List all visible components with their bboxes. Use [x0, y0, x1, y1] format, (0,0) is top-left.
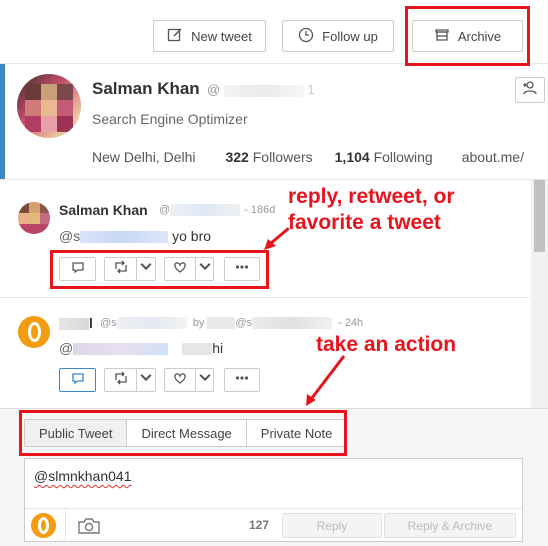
new-tweet-button[interactable]: New tweet [153, 20, 266, 52]
reply-button[interactable] [59, 368, 96, 392]
followers-count[interactable]: 322 [225, 149, 248, 165]
profile-name: Salman Khan [92, 79, 200, 98]
composer-action-annotation: take an action [316, 333, 457, 356]
compose-footer: 127 Reply Reply & Archive [25, 508, 522, 542]
chevron-down-icon[interactable] [138, 370, 154, 391]
tweet-meta: @s by @s - 24h [100, 317, 364, 330]
tweet-text: @ hi [59, 340, 224, 356]
tweet-author[interactable]: Salman Khan [59, 202, 148, 218]
tweet-text: @s yo bro [59, 228, 212, 244]
following-count[interactable]: 1,104 [335, 149, 370, 165]
new-tweet-label: New tweet [191, 28, 252, 44]
profile-stats: New Delhi, Delhi 322 Followers 1,104 Fol… [92, 149, 524, 165]
add-user-icon [521, 80, 539, 101]
profile-card: Salman Khan @ 1 Search Engine Optimizer … [0, 64, 548, 180]
reply-archive-button[interactable]: Reply & Archive [384, 513, 516, 538]
followers-label[interactable]: Followers [253, 149, 313, 165]
more-actions-button[interactable] [224, 368, 260, 392]
tweet-actions-callout-box [50, 250, 269, 289]
favorite-button[interactable] [164, 368, 214, 392]
profile-avatar[interactable] [17, 74, 81, 138]
camera-icon[interactable] [77, 516, 101, 541]
follow-user-button[interactable] [515, 77, 545, 103]
profile-link[interactable]: about.me/ [462, 149, 524, 165]
reply-submit-button[interactable]: Reply [282, 513, 382, 538]
compose-input[interactable]: @slmnkhan041 [34, 468, 132, 484]
retweet-icon [113, 370, 129, 391]
follow-up-button[interactable]: Follow up [282, 20, 394, 52]
tweet-avatar[interactable] [18, 316, 50, 348]
following-label[interactable]: Following [374, 149, 433, 165]
scrollbar-thumb[interactable] [534, 180, 545, 252]
tweet-meta: @ - 186d [159, 204, 276, 217]
reply-icon [70, 370, 86, 391]
profile-handle: @ 1 [207, 82, 315, 97]
profile-bio: Search Engine Optimizer [92, 111, 248, 127]
tweet-avatar[interactable] [18, 202, 50, 234]
tweet-author[interactable]: l [59, 315, 93, 331]
compose-icon [167, 27, 183, 46]
composer-tabs-callout-box [19, 410, 347, 456]
archive-callout-box [405, 6, 530, 66]
char-count: 127 [249, 518, 270, 532]
more-icon [234, 370, 250, 391]
profile-accent-bar [0, 64, 5, 179]
footer-divider [65, 509, 66, 542]
follow-up-label: Follow up [322, 28, 378, 44]
compose-box: @slmnkhan041 127 Reply Reply & Archive [24, 458, 523, 542]
sender-avatar[interactable] [31, 513, 56, 538]
chevron-down-icon[interactable] [197, 370, 213, 391]
profile-location: New Delhi, Delhi [92, 149, 196, 165]
clock-icon [298, 27, 314, 46]
tweet-actions-annotation: reply, retweet, or favorite a tweet [288, 185, 455, 234]
retweet-button[interactable] [104, 368, 156, 392]
heart-icon [172, 370, 188, 391]
